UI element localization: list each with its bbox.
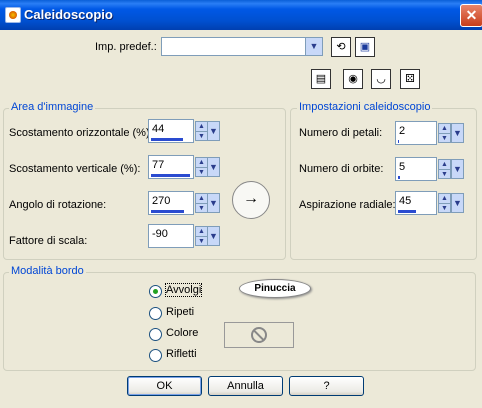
- radial-suction-bar: [398, 210, 416, 213]
- rotation-angle-bar: [151, 210, 184, 213]
- rotation-angle-input[interactable]: 270: [148, 191, 194, 215]
- reset-icon[interactable]: ▤: [311, 69, 331, 89]
- orbits-input[interactable]: 5: [395, 157, 437, 181]
- rotation-dial[interactable]: →: [232, 181, 270, 219]
- rotation-angle-value: 270: [152, 195, 171, 207]
- presets-label: Imp. predef.:: [95, 41, 157, 53]
- eye-open-icon[interactable]: ◉: [343, 69, 363, 89]
- ok-button[interactable]: OK: [127, 376, 202, 396]
- petals-spinner[interactable]: ▲ ▼: [438, 123, 451, 143]
- rotation-angle-label: Angolo di rotazione:: [9, 199, 107, 211]
- pinuccia-logo: Pinuccia: [239, 279, 311, 298]
- petals-input[interactable]: 2: [395, 121, 437, 145]
- orbits-label: Numero di orbite:: [299, 163, 384, 175]
- floppy-icon[interactable]: ▣: [355, 37, 375, 57]
- rotation-angle-menu-icon[interactable]: ▼: [207, 193, 220, 213]
- title-bar[interactable]: Caleidoscopio ✕: [0, 0, 482, 30]
- vertical-offset-label: Scostamento verticale (%):: [9, 163, 141, 175]
- help-button[interactable]: ?: [289, 376, 364, 396]
- radio-repeat[interactable]: [149, 307, 162, 320]
- radio-repeat-label[interactable]: Ripeti: [166, 306, 194, 318]
- orbits-bar: [398, 176, 401, 179]
- petals-bar: [398, 140, 400, 143]
- refresh-icon[interactable]: ⟲: [331, 37, 351, 57]
- horizontal-offset-input[interactable]: 44: [148, 119, 194, 143]
- orbits-menu-icon[interactable]: ▼: [451, 159, 464, 179]
- orbits-value: 5: [399, 161, 406, 173]
- window-title: Caleidoscopio: [24, 7, 113, 22]
- radial-suction-input[interactable]: 45: [395, 191, 437, 215]
- dialog-window: Caleidoscopio ✕ Imp. predef.: ▼ ⟲ ▣ ▤ ◉ …: [0, 0, 482, 408]
- vertical-offset-value: 77: [152, 159, 165, 171]
- radio-wrap-label[interactable]: Avvolgi: [164, 283, 203, 297]
- kaleidoscope-app-icon: [5, 7, 21, 23]
- radio-color-label[interactable]: Colore: [166, 327, 198, 339]
- arrow-right-icon: →: [243, 190, 259, 207]
- horizontal-offset-bar: [151, 138, 183, 141]
- scale-factor-value: -90: [152, 228, 168, 240]
- edge-mode-legend: Modalità bordo: [9, 265, 86, 277]
- edge-color-swatch[interactable]: [224, 322, 294, 348]
- scale-factor-label: Fattore di scala:: [9, 235, 88, 247]
- dice-icon[interactable]: ⚄: [400, 69, 420, 89]
- vertical-offset-input[interactable]: 77: [148, 155, 194, 179]
- chevron-down-icon[interactable]: ▼: [305, 38, 322, 55]
- radial-suction-spinner[interactable]: ▲ ▼: [438, 193, 451, 213]
- vertical-offset-bar: [151, 174, 190, 177]
- scale-factor-menu-icon[interactable]: ▼: [207, 226, 220, 246]
- radial-suction-menu-icon[interactable]: ▼: [451, 193, 464, 213]
- no-color-icon: [251, 327, 267, 343]
- scale-factor-input[interactable]: -90: [148, 224, 194, 248]
- orbits-spinner[interactable]: ▲ ▼: [438, 159, 451, 179]
- kaleidoscope-settings-legend: Impostazioni caleidoscopio: [297, 101, 433, 113]
- horizontal-offset-menu-icon[interactable]: ▼: [207, 121, 220, 141]
- radio-wrap[interactable]: [149, 285, 162, 298]
- presets-dropdown[interactable]: ▼: [161, 37, 323, 56]
- horizontal-offset-label: Scostamento orizzontale (%):: [9, 127, 153, 139]
- petals-value: 2: [399, 125, 406, 137]
- radio-reflect[interactable]: [149, 349, 162, 362]
- radio-color[interactable]: [149, 328, 162, 341]
- petals-menu-icon[interactable]: ▼: [451, 123, 464, 143]
- radial-suction-value: 45: [399, 195, 412, 207]
- close-button[interactable]: ✕: [460, 4, 482, 27]
- cancel-button[interactable]: Annulla: [208, 376, 283, 396]
- radial-suction-label: Aspirazione radiale:: [299, 199, 396, 211]
- eye-closed-icon[interactable]: ◡: [371, 69, 391, 89]
- radio-reflect-label[interactable]: Rifletti: [166, 348, 197, 360]
- horizontal-offset-value: 44: [152, 123, 165, 135]
- petals-label: Numero di petali:: [299, 127, 383, 139]
- vertical-offset-menu-icon[interactable]: ▼: [207, 157, 220, 177]
- image-area-legend: Area d'immagine: [9, 101, 96, 113]
